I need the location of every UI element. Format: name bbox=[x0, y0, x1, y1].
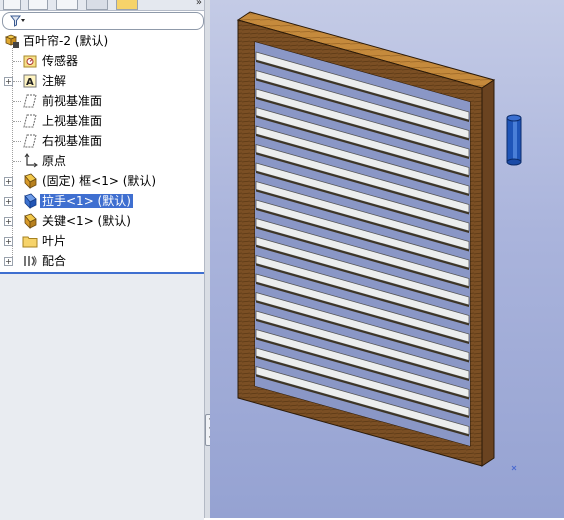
tree-item-sensors[interactable]: 传感器 bbox=[0, 51, 204, 71]
tree-item-label-selected: 拉手<1> (默认) bbox=[40, 194, 133, 208]
more-tabs-icon[interactable]: » bbox=[196, 0, 202, 8]
manager-tab-strip: » bbox=[0, 0, 204, 11]
tree-item-label: 配合 bbox=[42, 254, 67, 268]
tree-item-annotations[interactable]: + A 注解 bbox=[0, 71, 204, 91]
expand-toggle[interactable]: + bbox=[4, 237, 13, 246]
configuration-manager-tab[interactable] bbox=[56, 0, 78, 10]
plane-icon bbox=[23, 94, 37, 108]
tree-item-origin[interactable]: 原点 bbox=[0, 151, 204, 171]
folder-icon bbox=[22, 236, 38, 248]
tree-item-slats-folder[interactable]: + 叶片 bbox=[0, 231, 204, 251]
blind-model bbox=[236, 11, 522, 471]
tree-item-label: 原点 bbox=[42, 154, 67, 168]
sensor-folder-icon bbox=[23, 55, 37, 68]
feature-manager-panel: » 百叶帘-2 (默认) 传感器 + A 注解 前视基准面 上视基准面 右视基准… bbox=[0, 0, 204, 520]
tree-item-label: 右视基准面 bbox=[42, 134, 103, 148]
tree-item-label: 叶片 bbox=[42, 234, 67, 248]
part-icon bbox=[24, 213, 37, 229]
feature-manager-tab[interactable] bbox=[3, 0, 21, 10]
tree-item-label: 前视基准面 bbox=[42, 94, 103, 108]
tree-item-front-plane[interactable]: 前视基准面 bbox=[0, 91, 204, 111]
tree-item-mates[interactable]: + 配合 bbox=[0, 251, 204, 271]
tree-item-right-plane[interactable]: 右视基准面 bbox=[0, 131, 204, 151]
tree-root-label: 百叶帘-2 (默认) bbox=[23, 34, 109, 48]
tree-item-label: 上视基准面 bbox=[42, 114, 103, 128]
part-icon bbox=[24, 193, 37, 209]
tree-item-key[interactable]: + 关键<1> (默认) bbox=[0, 211, 204, 231]
tree-root-item[interactable]: 百叶帘-2 (默认) bbox=[0, 31, 204, 51]
expand-toggle[interactable]: + bbox=[4, 257, 13, 266]
tree-item-label: 传感器 bbox=[42, 54, 79, 68]
plane-icon bbox=[23, 134, 37, 148]
tree-item-handle[interactable]: + 拉手<1> (默认) bbox=[0, 191, 204, 211]
display-manager-tab[interactable] bbox=[116, 0, 138, 10]
expand-toggle[interactable]: + bbox=[4, 197, 13, 206]
mates-icon bbox=[24, 255, 37, 267]
svg-text:A: A bbox=[26, 77, 34, 88]
assembly-icon bbox=[4, 34, 19, 48]
tree-item-frame[interactable]: + (固定) 框<1> (默认) bbox=[0, 171, 204, 191]
expand-toggle[interactable]: + bbox=[4, 77, 13, 86]
triad-marker bbox=[511, 465, 517, 471]
annotation-icon: A bbox=[23, 74, 37, 88]
tree-item-label: 注解 bbox=[42, 74, 67, 88]
expand-toggle[interactable]: + bbox=[4, 177, 13, 186]
origin-icon bbox=[24, 153, 38, 168]
graphics-viewport[interactable] bbox=[210, 0, 564, 518]
tree-item-label: 关键<1> (默认) bbox=[42, 214, 131, 228]
filter-icon[interactable] bbox=[10, 15, 26, 27]
expand-toggle[interactable]: + bbox=[4, 217, 13, 226]
handle-part bbox=[506, 114, 522, 166]
part-icon bbox=[24, 173, 37, 189]
dimxpert-tab[interactable] bbox=[86, 0, 108, 10]
panel-empty-area bbox=[0, 272, 204, 520]
tree-item-top-plane[interactable]: 上视基准面 bbox=[0, 111, 204, 131]
property-manager-tab[interactable] bbox=[28, 0, 48, 10]
plane-icon bbox=[23, 114, 37, 128]
feature-filter-input[interactable] bbox=[2, 12, 204, 30]
tree-item-label: (固定) 框<1> (默认) bbox=[42, 174, 157, 188]
frame-side bbox=[481, 79, 495, 467]
